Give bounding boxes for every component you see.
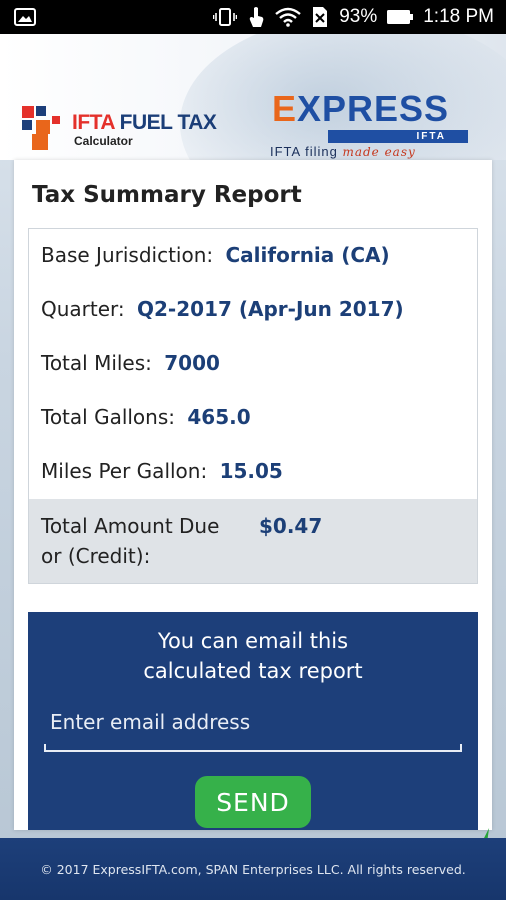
app-header: IFTA FUEL TAX Calculator EXPRESS IFTA IF… <box>0 34 506 160</box>
mpg-row: Miles Per Gallon: 15.05 <box>41 459 283 483</box>
row-value: 7000 <box>164 351 220 375</box>
email-panel: You can email this calculated tax report… <box>28 612 478 830</box>
row-label: Total Gallons: <box>41 405 176 429</box>
email-prompt: You can email this calculated tax report <box>143 629 363 683</box>
tax-summary-card: Tax Summary Report Base Jurisdiction: Ca… <box>14 160 492 830</box>
express-ifta-logo: EXPRESS IFTA IFTA filing made easy <box>268 86 478 160</box>
tagline: IFTA filing made easy <box>270 144 416 159</box>
logo-title: IFTA FUEL TAX <box>72 110 217 134</box>
logo-squares-icon <box>22 106 68 152</box>
row-label: Quarter: <box>41 297 125 321</box>
total-amount-row: Total Amount Due or (Credit): $0.47 <box>29 499 477 583</box>
email-input-underline <box>44 744 462 752</box>
total-amount-label: Total Amount Due or (Credit): <box>41 514 220 568</box>
logo-subtitle: Calculator <box>74 133 133 148</box>
ifta-fuel-tax-logo: IFTA FUEL TAX Calculator <box>22 106 217 152</box>
status-bar: 93% 1:18 PM <box>0 0 506 34</box>
total-gallons-row: Total Gallons: 465.0 <box>41 405 251 429</box>
touch-icon <box>247 6 265 28</box>
base-jurisdiction-row: Base Jurisdiction: California (CA) <box>41 243 390 267</box>
clock: 1:18 PM <box>423 6 494 27</box>
send-button[interactable]: SEND <box>195 776 311 828</box>
row-value: California (CA) <box>225 243 390 267</box>
page-title: Tax Summary Report <box>32 182 302 208</box>
row-value: Q2-2017 (Apr-Jun 2017) <box>137 297 404 321</box>
vibrate-icon <box>213 7 238 27</box>
email-input[interactable] <box>44 702 462 742</box>
total-amount-value: $0.47 <box>259 514 323 538</box>
total-miles-row: Total Miles: 7000 <box>41 351 220 375</box>
express-wordmark: EXPRESS <box>272 88 450 129</box>
express-ifta-bar: IFTA <box>328 130 468 143</box>
battery-icon <box>387 9 414 25</box>
no-sim-icon <box>311 6 329 28</box>
wifi-icon <box>275 7 301 27</box>
quarter-row: Quarter: Q2-2017 (Apr-Jun 2017) <box>41 297 404 321</box>
footer: © 2017 ExpressIFTA.com, SPAN Enterprises… <box>0 838 506 900</box>
row-label: Miles Per Gallon: <box>41 459 208 483</box>
copyright-text: © 2017 ExpressIFTA.com, SPAN Enterprises… <box>40 861 466 877</box>
row-value: 15.05 <box>219 459 283 483</box>
row-label: Total Miles: <box>41 351 152 375</box>
row-label: Base Jurisdiction: <box>41 243 214 267</box>
battery-percent: 93% <box>339 6 378 27</box>
row-value: 465.0 <box>187 405 251 429</box>
gallery-notification-icon <box>14 8 36 26</box>
summary-box: Base Jurisdiction: California (CA) Quart… <box>28 228 478 584</box>
